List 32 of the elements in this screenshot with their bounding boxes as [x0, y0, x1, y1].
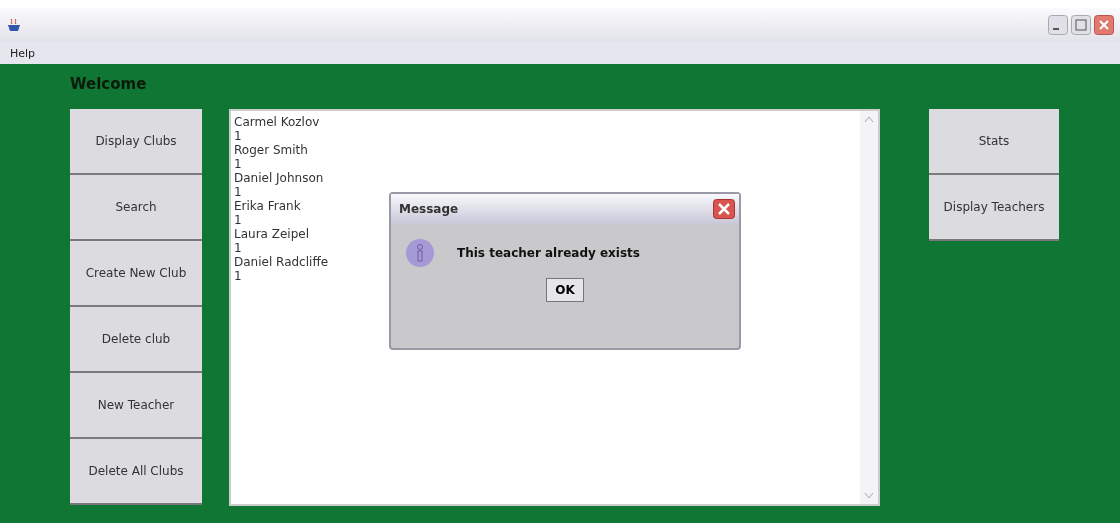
- info-icon: [405, 238, 435, 268]
- list-line: 1: [234, 213, 242, 227]
- dialog-message: This teacher already exists: [457, 246, 640, 260]
- action-button[interactable]: New Teacher: [70, 373, 202, 439]
- action-button[interactable]: Display Teachers: [929, 175, 1059, 241]
- list-line: 1: [234, 157, 242, 171]
- scroll-down-icon[interactable]: [864, 492, 874, 500]
- action-button[interactable]: Stats: [929, 109, 1059, 175]
- minimize-icon[interactable]: [1048, 15, 1068, 35]
- dialog-title: Message: [399, 202, 459, 216]
- list-line: Erika Frank: [234, 199, 301, 213]
- action-button[interactable]: Delete club: [70, 307, 202, 373]
- list-line: Carmel Kozlov: [234, 115, 320, 129]
- list-line: Daniel Radcliffe: [234, 255, 329, 269]
- welcome-label: Welcome: [70, 75, 147, 93]
- close-icon[interactable]: [1094, 15, 1114, 35]
- menu-item[interactable]: Help: [4, 46, 42, 60]
- scrollbar[interactable]: [860, 111, 878, 504]
- action-button[interactable]: Display Clubs: [70, 109, 202, 175]
- list-line: 1: [234, 269, 242, 283]
- list-line: Daniel Johnson: [234, 171, 324, 185]
- list-line: Roger Smith: [234, 143, 308, 157]
- list-line: 1: [234, 185, 242, 199]
- list-line: 1: [234, 129, 242, 143]
- ok-button[interactable]: OK: [546, 278, 584, 302]
- action-button[interactable]: Search: [70, 175, 202, 241]
- close-icon[interactable]: [713, 199, 735, 219]
- action-button[interactable]: Create New Club: [70, 241, 202, 307]
- list-line: 1: [234, 241, 242, 255]
- list-line: Laura Zeipel: [234, 227, 310, 241]
- action-button[interactable]: Delete All Clubs: [70, 439, 202, 505]
- scroll-up-icon[interactable]: [864, 115, 874, 123]
